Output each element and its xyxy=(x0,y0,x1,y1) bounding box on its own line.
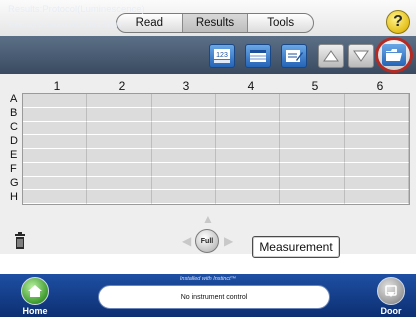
pan-up-icon[interactable]: ▲ xyxy=(202,213,214,225)
protocol-title: Results:Protocol(Luminescence) xyxy=(8,4,145,15)
plate-well[interactable] xyxy=(151,107,216,122)
installed-with-text: Installed with Instinct™ xyxy=(179,276,237,282)
home-button[interactable] xyxy=(21,277,49,305)
open-folder-button[interactable] xyxy=(375,37,413,73)
plate-well[interactable] xyxy=(216,135,281,149)
home-icon xyxy=(28,285,42,297)
plate-well[interactable] xyxy=(23,107,88,122)
plate-well[interactable] xyxy=(344,176,409,191)
plate-wells-grid xyxy=(22,93,410,205)
door-label: Door xyxy=(380,306,402,316)
plate-well[interactable] xyxy=(87,107,152,122)
measurement-button[interactable]: Measurement xyxy=(252,236,340,258)
plate-well[interactable] xyxy=(216,94,281,108)
open-folder-icon xyxy=(386,49,402,61)
plate-well[interactable] xyxy=(216,107,281,122)
plate-well[interactable] xyxy=(344,135,409,149)
plate-well[interactable] xyxy=(216,176,281,191)
plate-well[interactable] xyxy=(87,121,152,136)
plate-well[interactable] xyxy=(280,107,345,122)
open-folder-button-face xyxy=(382,44,406,66)
move-up-button[interactable] xyxy=(318,44,344,68)
plate-well[interactable] xyxy=(87,162,152,177)
plate-well[interactable] xyxy=(151,94,216,108)
row-header-d: D xyxy=(10,135,18,147)
export-123-icon: 123 xyxy=(214,49,230,63)
tab-read[interactable]: Read xyxy=(117,14,183,32)
plate-well[interactable] xyxy=(280,135,345,149)
plate-well[interactable] xyxy=(23,149,88,163)
plate-well[interactable] xyxy=(280,94,345,108)
plate-well[interactable] xyxy=(87,94,152,108)
plate-well[interactable] xyxy=(344,121,409,136)
view-segmented-control: Read Results Tools xyxy=(116,13,314,33)
plate-well[interactable] xyxy=(344,190,409,204)
plate-well[interactable] xyxy=(87,149,152,163)
plate-well[interactable] xyxy=(23,176,88,191)
plate-well[interactable] xyxy=(344,107,409,122)
plate-well[interactable] xyxy=(280,176,345,191)
plate-well[interactable] xyxy=(280,162,345,177)
plate-well[interactable] xyxy=(87,190,152,204)
plate-well[interactable] xyxy=(151,149,216,163)
plate-well[interactable] xyxy=(344,149,409,163)
plate-well[interactable] xyxy=(344,162,409,177)
row-header-h: H xyxy=(10,191,18,203)
row-header-c: C xyxy=(10,121,18,133)
help-icon[interactable]: ? xyxy=(386,10,410,34)
column-header-5: 5 xyxy=(311,79,319,93)
pan-left-icon[interactable]: ◀ xyxy=(182,235,191,247)
svg-text:123: 123 xyxy=(216,52,228,59)
plate-well[interactable] xyxy=(280,121,345,136)
pan-right-icon[interactable]: ▶ xyxy=(224,235,233,247)
table-view-button[interactable] xyxy=(245,44,271,68)
plate-well[interactable] xyxy=(23,162,88,177)
plate-well[interactable] xyxy=(151,162,216,177)
home-label: Home xyxy=(22,306,48,316)
plate-well[interactable] xyxy=(151,190,216,204)
row-header-e: E xyxy=(10,149,18,161)
edit-icon xyxy=(286,50,303,62)
door-icon xyxy=(385,285,397,297)
table-icon xyxy=(250,50,266,62)
plate-well[interactable] xyxy=(23,94,88,108)
column-header-3: 3 xyxy=(182,79,190,93)
door-button[interactable] xyxy=(377,277,405,305)
plate-well[interactable] xyxy=(87,135,152,149)
instrument-status-field: No instrument control xyxy=(98,285,330,309)
tab-tools[interactable]: Tools xyxy=(248,14,313,32)
plate-well[interactable] xyxy=(23,135,88,149)
plate-well[interactable] xyxy=(280,149,345,163)
plate-well[interactable] xyxy=(344,94,409,108)
row-header-a: A xyxy=(10,93,18,105)
row-header-g: G xyxy=(10,177,19,189)
plate-well[interactable] xyxy=(216,149,281,163)
column-header-2: 2 xyxy=(118,79,126,93)
plate-well[interactable] xyxy=(216,121,281,136)
arrow-up-icon xyxy=(323,50,339,62)
plate-well[interactable] xyxy=(216,190,281,204)
export-123-button[interactable]: 123 xyxy=(209,44,235,68)
plate-well[interactable] xyxy=(280,190,345,204)
plate-well[interactable] xyxy=(87,176,152,191)
trash-icon[interactable] xyxy=(14,232,26,250)
plate-well[interactable] xyxy=(151,121,216,136)
plate-well[interactable] xyxy=(23,121,88,136)
move-down-button[interactable] xyxy=(348,44,374,68)
plate-well[interactable] xyxy=(151,176,216,191)
column-header-6: 6 xyxy=(376,79,384,93)
result-timestamp: Thursday, December 09, 2010 2:54 PM xyxy=(8,22,122,29)
column-header-4: 4 xyxy=(247,79,255,93)
plate-well[interactable] xyxy=(151,135,216,149)
zoom-full-button[interactable]: Full xyxy=(195,229,219,253)
plate-well[interactable] xyxy=(23,190,88,204)
row-header-b: B xyxy=(10,107,18,119)
plate-well[interactable] xyxy=(216,162,281,177)
tab-results[interactable]: Results xyxy=(182,14,249,32)
row-header-f: F xyxy=(10,163,17,175)
arrow-down-icon xyxy=(353,50,369,62)
edit-button[interactable] xyxy=(281,44,307,68)
column-header-1: 1 xyxy=(53,79,61,93)
